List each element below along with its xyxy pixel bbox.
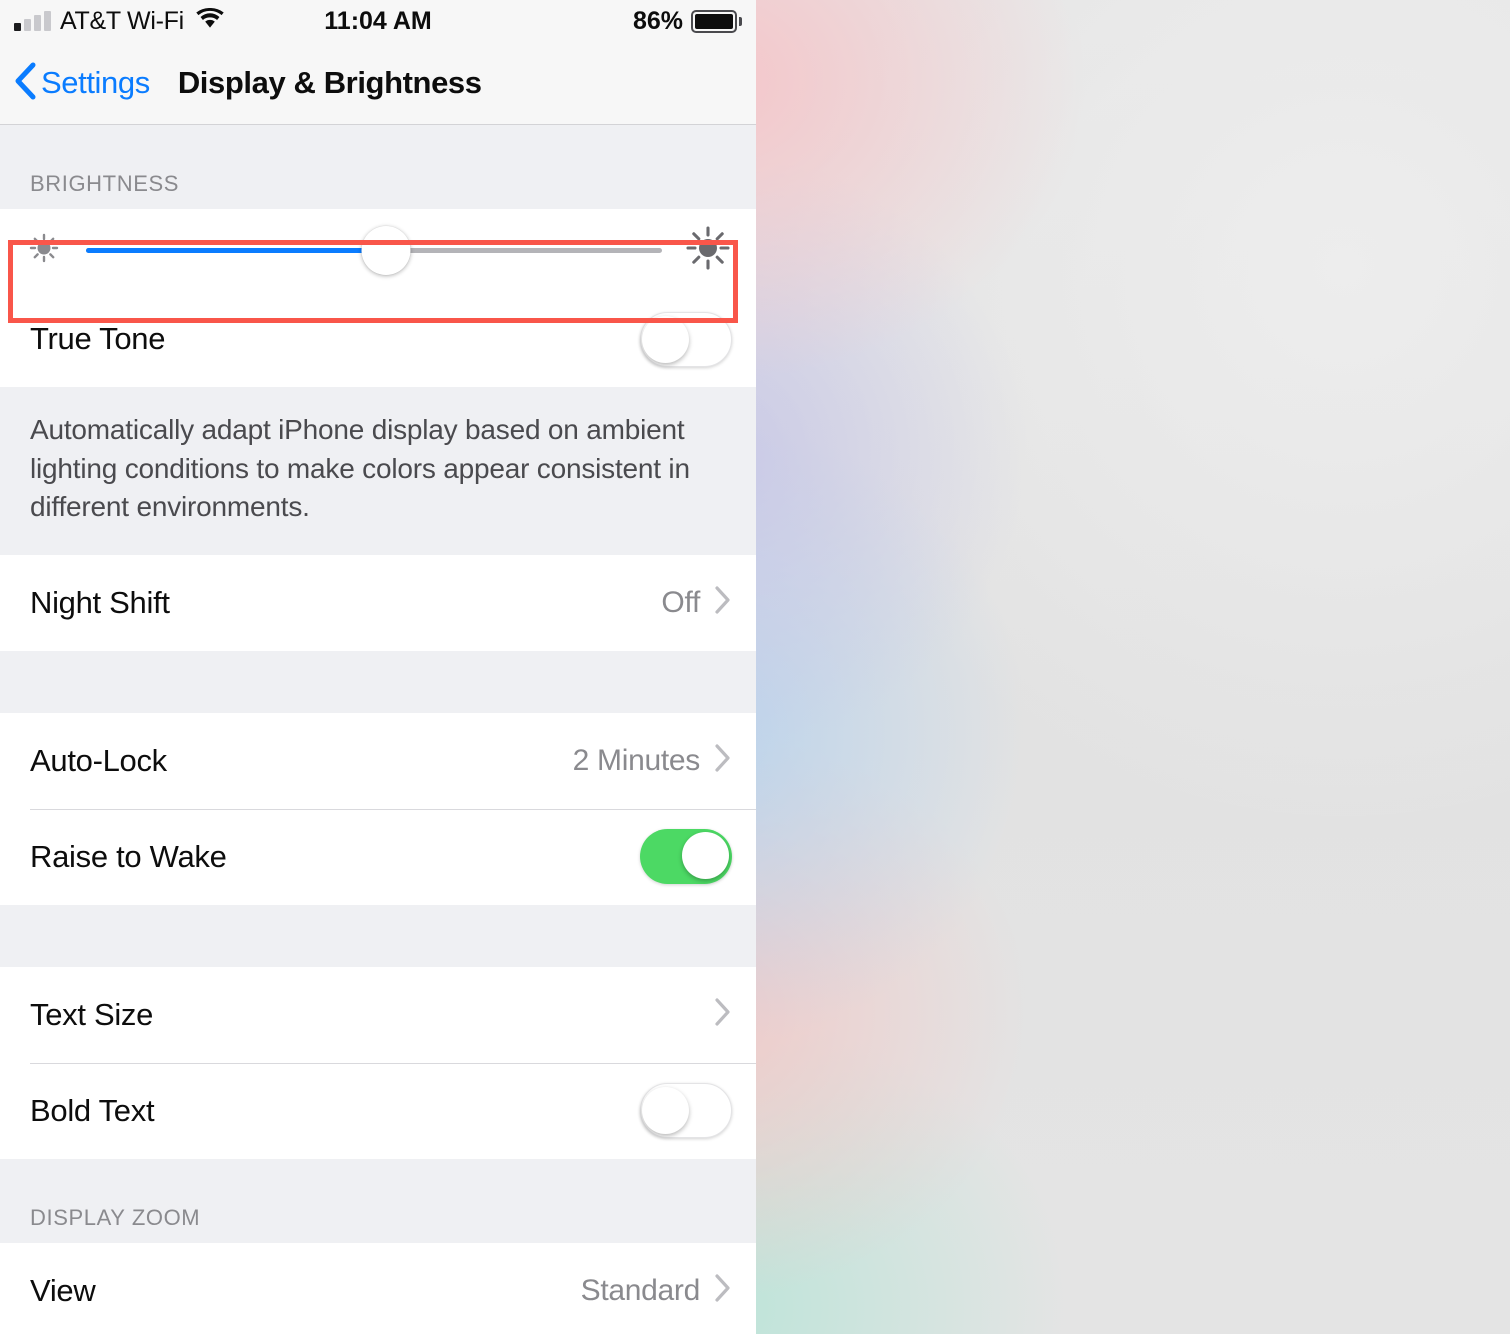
settings-pane: AT&T Wi-Fi 11:04 AM 86% Settings Display…: [0, 0, 756, 1334]
chevron-right-icon: [714, 1273, 732, 1308]
brightness-high-icon: [682, 222, 734, 279]
true-tone-row[interactable]: True Tone: [0, 291, 756, 387]
slider-track-fill: [86, 247, 386, 253]
raise-to-wake-label: Raise to Wake: [30, 838, 227, 874]
group-separator: [0, 650, 756, 713]
status-bar-left: AT&T Wi-Fi: [14, 7, 224, 36]
text-size-row[interactable]: Text Size: [0, 966, 756, 1063]
display-zoom-section-header: DISPLAY ZOOM: [0, 1158, 756, 1243]
night-shift-value: Off: [661, 585, 700, 619]
bold-text-toggle[interactable]: [640, 1083, 732, 1139]
battery-percent-label: 86%: [632, 6, 683, 35]
raise-to-wake-row[interactable]: Raise to Wake: [0, 808, 756, 905]
slider-thumb[interactable]: [361, 225, 411, 275]
status-bar-right: 86%: [633, 7, 742, 36]
brightness-section-header: BRIGHTNESS: [0, 125, 756, 209]
carrier-label: AT&T Wi-Fi: [60, 6, 184, 35]
view-value: Standard: [580, 1273, 701, 1307]
chevron-right-icon: [714, 585, 732, 620]
true-tone-toggle[interactable]: [640, 311, 732, 367]
night-shift-row[interactable]: Night Shift Off: [0, 554, 756, 651]
status-bar: AT&T Wi-Fi 11:04 AM 86%: [0, 0, 756, 42]
page-title: Display & Brightness: [177, 65, 482, 100]
view-label: View: [30, 1272, 96, 1308]
brightness-slider-row[interactable]: [0, 209, 756, 291]
back-button[interactable]: Settings: [14, 62, 150, 105]
brightness-slider-track[interactable]: [86, 225, 662, 275]
battery-icon: [691, 9, 742, 33]
view-row[interactable]: View Standard: [0, 1242, 756, 1334]
group-separator: [0, 904, 756, 967]
true-tone-description: Automatically adapt iPhone display based…: [0, 387, 756, 555]
chevron-right-icon: [714, 743, 732, 778]
auto-lock-label: Auto-Lock: [30, 742, 167, 778]
true-tone-label: True Tone: [30, 321, 166, 356]
text-size-label: Text Size: [30, 996, 154, 1032]
signal-bars-icon: [14, 11, 51, 31]
auto-lock-row[interactable]: Auto-Lock 2 Minutes: [0, 712, 756, 809]
bold-text-label: Bold Text: [30, 1092, 155, 1128]
navigation-bar: Settings Display & Brightness: [0, 42, 756, 125]
back-button-label: Settings: [41, 65, 150, 100]
night-shift-label: Night Shift: [30, 584, 170, 620]
auto-lock-value: 2 Minutes: [572, 743, 701, 777]
chevron-right-icon: [714, 997, 732, 1032]
raise-to-wake-toggle[interactable]: [640, 829, 732, 885]
brightness-low-icon: [22, 226, 66, 275]
control-center-pane: Music: [756, 0, 1510, 1334]
chevron-left-icon: [14, 62, 36, 105]
bold-text-row[interactable]: Bold Text: [0, 1062, 756, 1159]
wifi-icon: [196, 7, 224, 34]
